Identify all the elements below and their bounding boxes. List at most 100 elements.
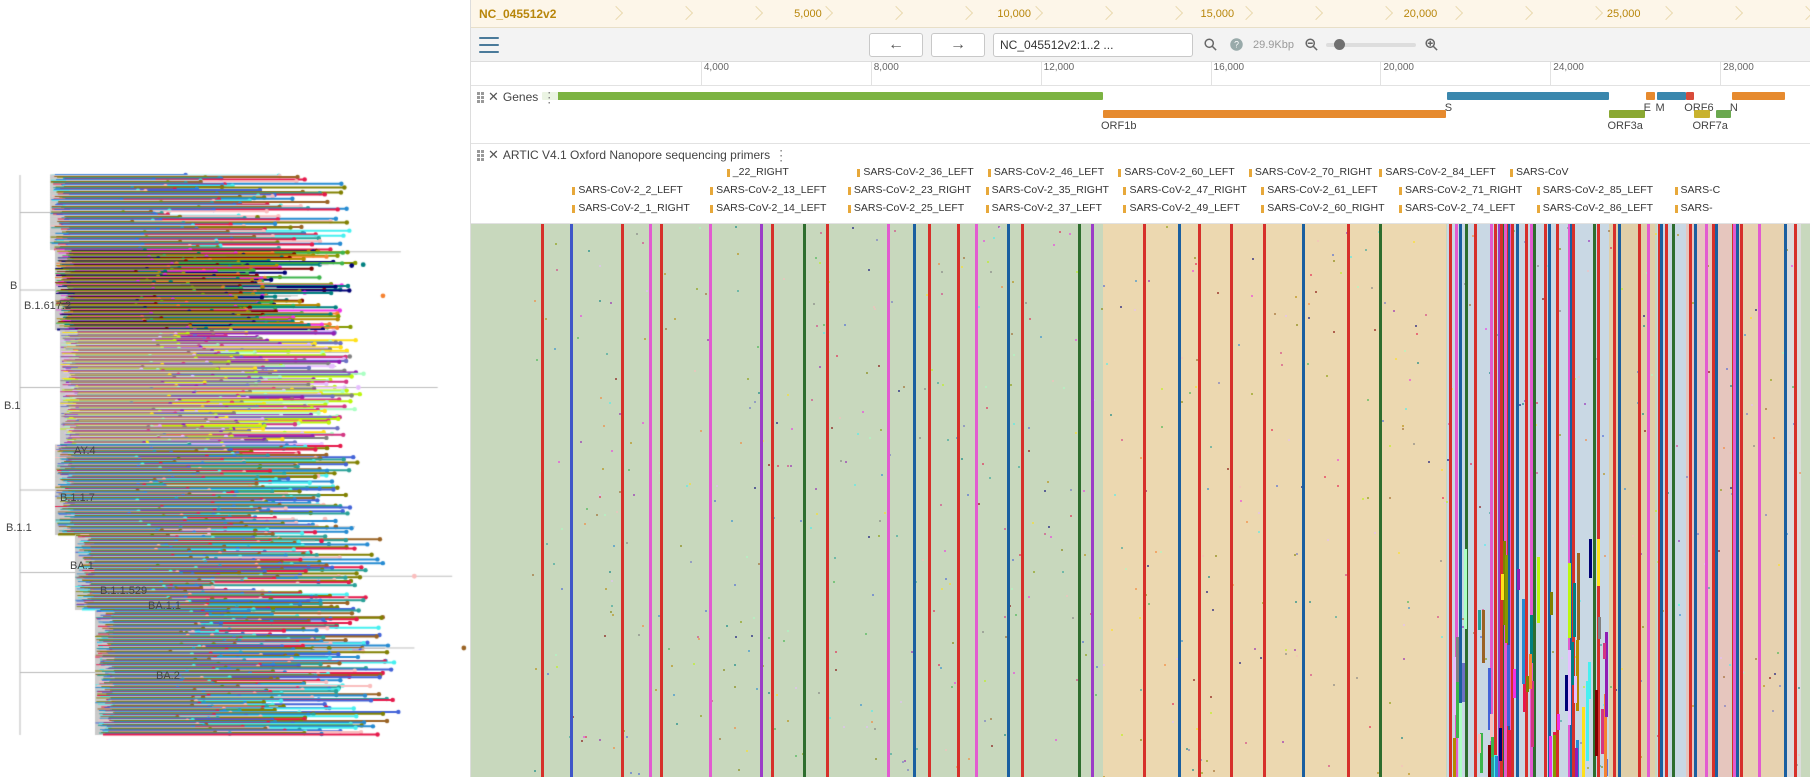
gene-m[interactable]	[1657, 92, 1685, 100]
variant-column[interactable]	[1613, 224, 1616, 777]
nav-forward-button[interactable]: →	[931, 33, 985, 57]
primer-label[interactable]: SARS-CoV-2_1_RIGHT	[572, 202, 689, 214]
variant-column[interactable]	[1302, 224, 1305, 777]
variant-column[interactable]	[1660, 224, 1663, 777]
primers-track[interactable]: ✕ ARTIC V4.1 Oxford Nanopore sequencing …	[471, 144, 1810, 224]
primer-label[interactable]: SARS-CoV-2_35_RIGHT	[986, 184, 1109, 196]
nav-back-button[interactable]: ←	[869, 33, 923, 57]
primer-label[interactable]: SARS-CoV-2_2_LEFT	[572, 184, 682, 196]
gene-orf7a[interactable]	[1694, 110, 1710, 118]
primer-label[interactable]: SARS-CoV-2_13_LEFT	[710, 184, 826, 196]
variant-column[interactable]	[1021, 224, 1024, 777]
variant-column[interactable]	[1694, 224, 1697, 777]
variant-column[interactable]	[771, 224, 774, 777]
primer-label[interactable]: SARS-CoV-2_47_RIGHT	[1123, 184, 1246, 196]
variant-column[interactable]	[1647, 224, 1650, 777]
primer-label[interactable]: SARS-CoV-2_37_LEFT	[986, 202, 1102, 214]
variant-column[interactable]	[928, 224, 931, 777]
variant-column[interactable]	[621, 224, 624, 777]
variant-column[interactable]	[826, 224, 829, 777]
variant-column[interactable]	[1784, 224, 1787, 777]
primer-label[interactable]: SARS-CoV-2_60_RIGHT	[1261, 202, 1384, 214]
variant-column[interactable]	[1263, 224, 1266, 777]
variant-column[interactable]	[660, 224, 663, 777]
variant-column[interactable]	[1007, 224, 1010, 777]
variant-column[interactable]	[957, 224, 960, 777]
close-icon[interactable]: ✕	[488, 89, 499, 105]
variant-column[interactable]	[1143, 224, 1146, 777]
variant-column[interactable]	[1078, 224, 1081, 777]
hamburger-menu-icon[interactable]	[479, 37, 499, 53]
zoom-in-icon[interactable]	[1422, 36, 1440, 54]
more-menu-icon[interactable]: ⋮	[542, 90, 556, 104]
variant-column[interactable]	[760, 224, 763, 777]
variant-column[interactable]	[1794, 224, 1797, 777]
variant-column[interactable]	[709, 224, 712, 777]
variant-column[interactable]	[1665, 224, 1668, 777]
variant-column[interactable]	[1516, 224, 1519, 777]
alignment-heatmap[interactable]	[471, 224, 1810, 777]
primer-label[interactable]: SARS-CoV-2_84_LEFT	[1379, 166, 1495, 178]
primer-label[interactable]: SARS-CoV-2_23_RIGHT	[848, 184, 971, 196]
variant-column[interactable]	[1474, 224, 1477, 777]
bp-ruler[interactable]: 4,0008,00012,00016,00020,00024,00028,000	[471, 62, 1810, 86]
gene-e[interactable]	[1646, 92, 1656, 100]
zoom-slider[interactable]	[1326, 43, 1416, 47]
gene-orf1a[interactable]	[542, 92, 1103, 100]
primer-label[interactable]: SARS-CoV-2_86_LEFT	[1537, 202, 1653, 214]
primer-label[interactable]: SARS-C	[1675, 184, 1721, 196]
gene-orf1b[interactable]	[1103, 110, 1446, 118]
variant-column[interactable]	[1672, 224, 1675, 777]
variant-column[interactable]	[541, 224, 544, 777]
variant-column[interactable]	[1740, 224, 1743, 777]
variant-column[interactable]	[1198, 224, 1201, 777]
primer-label[interactable]: SARS-CoV-2_14_LEFT	[710, 202, 826, 214]
primer-label[interactable]: SARS-CoV-2_49_LEFT	[1123, 202, 1239, 214]
variant-column[interactable]	[1230, 224, 1233, 777]
variant-column[interactable]	[1758, 224, 1761, 777]
variant-column[interactable]	[1618, 224, 1621, 777]
variant-column[interactable]	[1178, 224, 1181, 777]
variant-column[interactable]	[1449, 224, 1452, 777]
primer-label[interactable]: SARS-CoV-2_36_LEFT	[857, 166, 973, 178]
variant-column[interactable]	[1689, 224, 1692, 777]
variant-column[interactable]	[1556, 224, 1559, 777]
variant-column[interactable]	[1091, 224, 1094, 777]
variant-column[interactable]	[1705, 224, 1708, 777]
zoom-out-icon[interactable]	[1302, 36, 1320, 54]
close-icon[interactable]: ✕	[488, 147, 499, 163]
drag-handle-icon[interactable]	[477, 92, 484, 103]
variant-column[interactable]	[1548, 224, 1551, 777]
help-icon[interactable]: ?	[1227, 36, 1245, 54]
variant-column[interactable]	[887, 224, 890, 777]
variant-column[interactable]	[803, 224, 806, 777]
gene-n[interactable]	[1732, 92, 1785, 100]
primer-label[interactable]: _22_RIGHT	[727, 166, 789, 178]
variant-column[interactable]	[1544, 224, 1547, 777]
variant-column[interactable]	[649, 224, 652, 777]
variant-column[interactable]	[570, 224, 573, 777]
location-input[interactable]	[993, 33, 1193, 57]
variant-column[interactable]	[1347, 224, 1350, 777]
variant-column[interactable]	[1465, 224, 1468, 777]
genes-track[interactable]: ✕ Genes ⋮ ORF1bSORF3aEMORF6ORF7aN	[471, 86, 1810, 144]
primer-label[interactable]: SARS-CoV-2_70_RIGHT	[1249, 166, 1372, 178]
variant-column[interactable]	[1736, 224, 1739, 777]
variant-column[interactable]	[913, 224, 916, 777]
primer-label[interactable]: SARS-CoV-2_25_LEFT	[848, 202, 964, 214]
phylogenetic-tree-panel[interactable]: BB.1.617.2B.1AY.4B.1.1.7B.1.1BA.1B.1.1.5…	[0, 0, 470, 777]
primer-label[interactable]: SARS-CoV-2_74_LEFT	[1399, 202, 1515, 214]
primer-label[interactable]: SARS-CoV-2_71_RIGHT	[1399, 184, 1522, 196]
primer-label[interactable]: SARS-CoV-2_60_LEFT	[1118, 166, 1234, 178]
primer-label[interactable]: SARS-CoV-2_46_LEFT	[988, 166, 1104, 178]
primer-label[interactable]: SARS-CoV	[1510, 166, 1569, 178]
gene-orf6[interactable]	[1686, 92, 1694, 100]
more-menu-icon[interactable]: ⋮	[774, 148, 788, 162]
variant-column[interactable]	[975, 224, 978, 777]
primer-label[interactable]: SARS-	[1675, 202, 1713, 214]
chromosome-overview-bar[interactable]: NC_045512v2 5,00010,00015,00020,00025,00…	[471, 0, 1810, 28]
primer-label[interactable]: SARS-CoV-2_61_LEFT	[1261, 184, 1377, 196]
gene-orf3a[interactable]	[1609, 110, 1644, 118]
primer-label[interactable]: SARS-CoV-2_85_LEFT	[1537, 184, 1653, 196]
search-icon[interactable]	[1201, 36, 1219, 54]
